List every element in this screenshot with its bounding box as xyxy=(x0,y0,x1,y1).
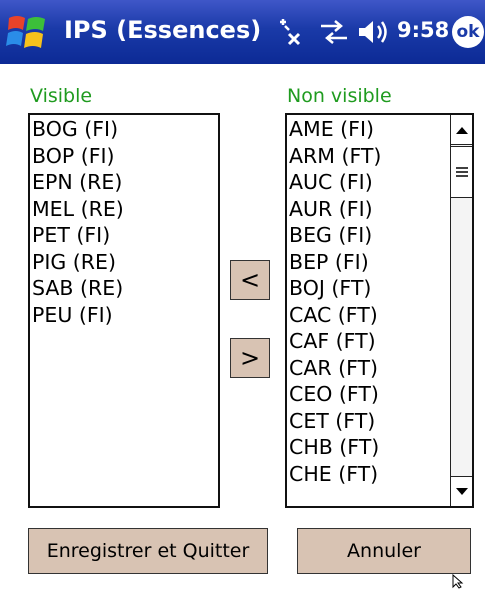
ok-button[interactable]: ok xyxy=(452,16,484,48)
list-item[interactable]: CAR (FT) xyxy=(289,355,472,382)
list-item[interactable]: MEL (RE) xyxy=(32,196,218,223)
scroll-thumb[interactable] xyxy=(451,146,472,198)
list-item[interactable]: SAB (RE) xyxy=(32,275,218,302)
vertical-scrollbar[interactable] xyxy=(450,115,472,506)
list-item[interactable]: AME (FI) xyxy=(289,116,472,143)
volume-icon[interactable] xyxy=(356,16,390,48)
list-item[interactable]: PIG (RE) xyxy=(32,249,218,276)
arrow-down-icon xyxy=(455,487,468,495)
non-visible-listbox[interactable]: AME (FI) ARM (FT) AUC (FI) AUR (FI) BEG (FI)… xyxy=(285,113,474,508)
list-item[interactable]: BEG (FI) xyxy=(289,222,472,249)
list-item[interactable]: CAC (FT) xyxy=(289,302,472,329)
list-item[interactable]: PEU (FI) xyxy=(32,302,218,329)
list-item[interactable]: CEO (FT) xyxy=(289,381,472,408)
move-to-visible-button[interactable]: < xyxy=(230,260,270,300)
list-item[interactable]: AUR (FI) xyxy=(289,196,472,223)
non-visible-label: Non visible xyxy=(287,85,392,107)
visible-listbox[interactable]: BOG (FI) BOP (FI) EPN (RE) MEL (RE) PET (FI)… xyxy=(28,113,220,508)
grip-icon xyxy=(455,167,468,177)
list-item[interactable]: CHE (FT) xyxy=(289,461,472,488)
list-item[interactable]: AUC (FI) xyxy=(289,169,472,196)
list-item[interactable]: CAF (FT) xyxy=(289,328,472,355)
list-item[interactable]: BOP (FI) xyxy=(32,143,218,170)
list-item[interactable]: BOJ (FT) xyxy=(289,275,472,302)
list-item[interactable]: ARM (FT) xyxy=(289,143,472,170)
scroll-down-button[interactable] xyxy=(451,476,472,506)
arrow-up-icon xyxy=(455,126,468,134)
app-title: IPS (Essences) xyxy=(64,16,262,44)
list-item[interactable]: CHB (FT) xyxy=(289,434,472,461)
windows-start-icon[interactable] xyxy=(6,13,48,51)
move-to-non-visible-button[interactable]: > xyxy=(230,338,270,378)
list-item[interactable]: BEP (FI) xyxy=(289,249,472,276)
visible-label: Visible xyxy=(30,85,93,107)
connectivity-icon[interactable] xyxy=(274,16,304,48)
mouse-cursor-icon xyxy=(452,574,464,589)
title-bar: IPS (Essences) 9:58 ok xyxy=(0,0,485,64)
list-item[interactable]: EPN (RE) xyxy=(32,169,218,196)
save-and-quit-button[interactable]: Enregistrer et Quitter xyxy=(28,528,268,574)
list-item[interactable]: PET (FI) xyxy=(32,222,218,249)
scroll-up-button[interactable] xyxy=(451,115,472,145)
cancel-button[interactable]: Annuler xyxy=(297,528,471,574)
signal-icon[interactable] xyxy=(318,16,350,48)
clock: 9:58 xyxy=(397,18,450,42)
list-item[interactable]: BOG (FI) xyxy=(32,116,218,143)
list-item[interactable]: CET (FT) xyxy=(289,408,472,435)
